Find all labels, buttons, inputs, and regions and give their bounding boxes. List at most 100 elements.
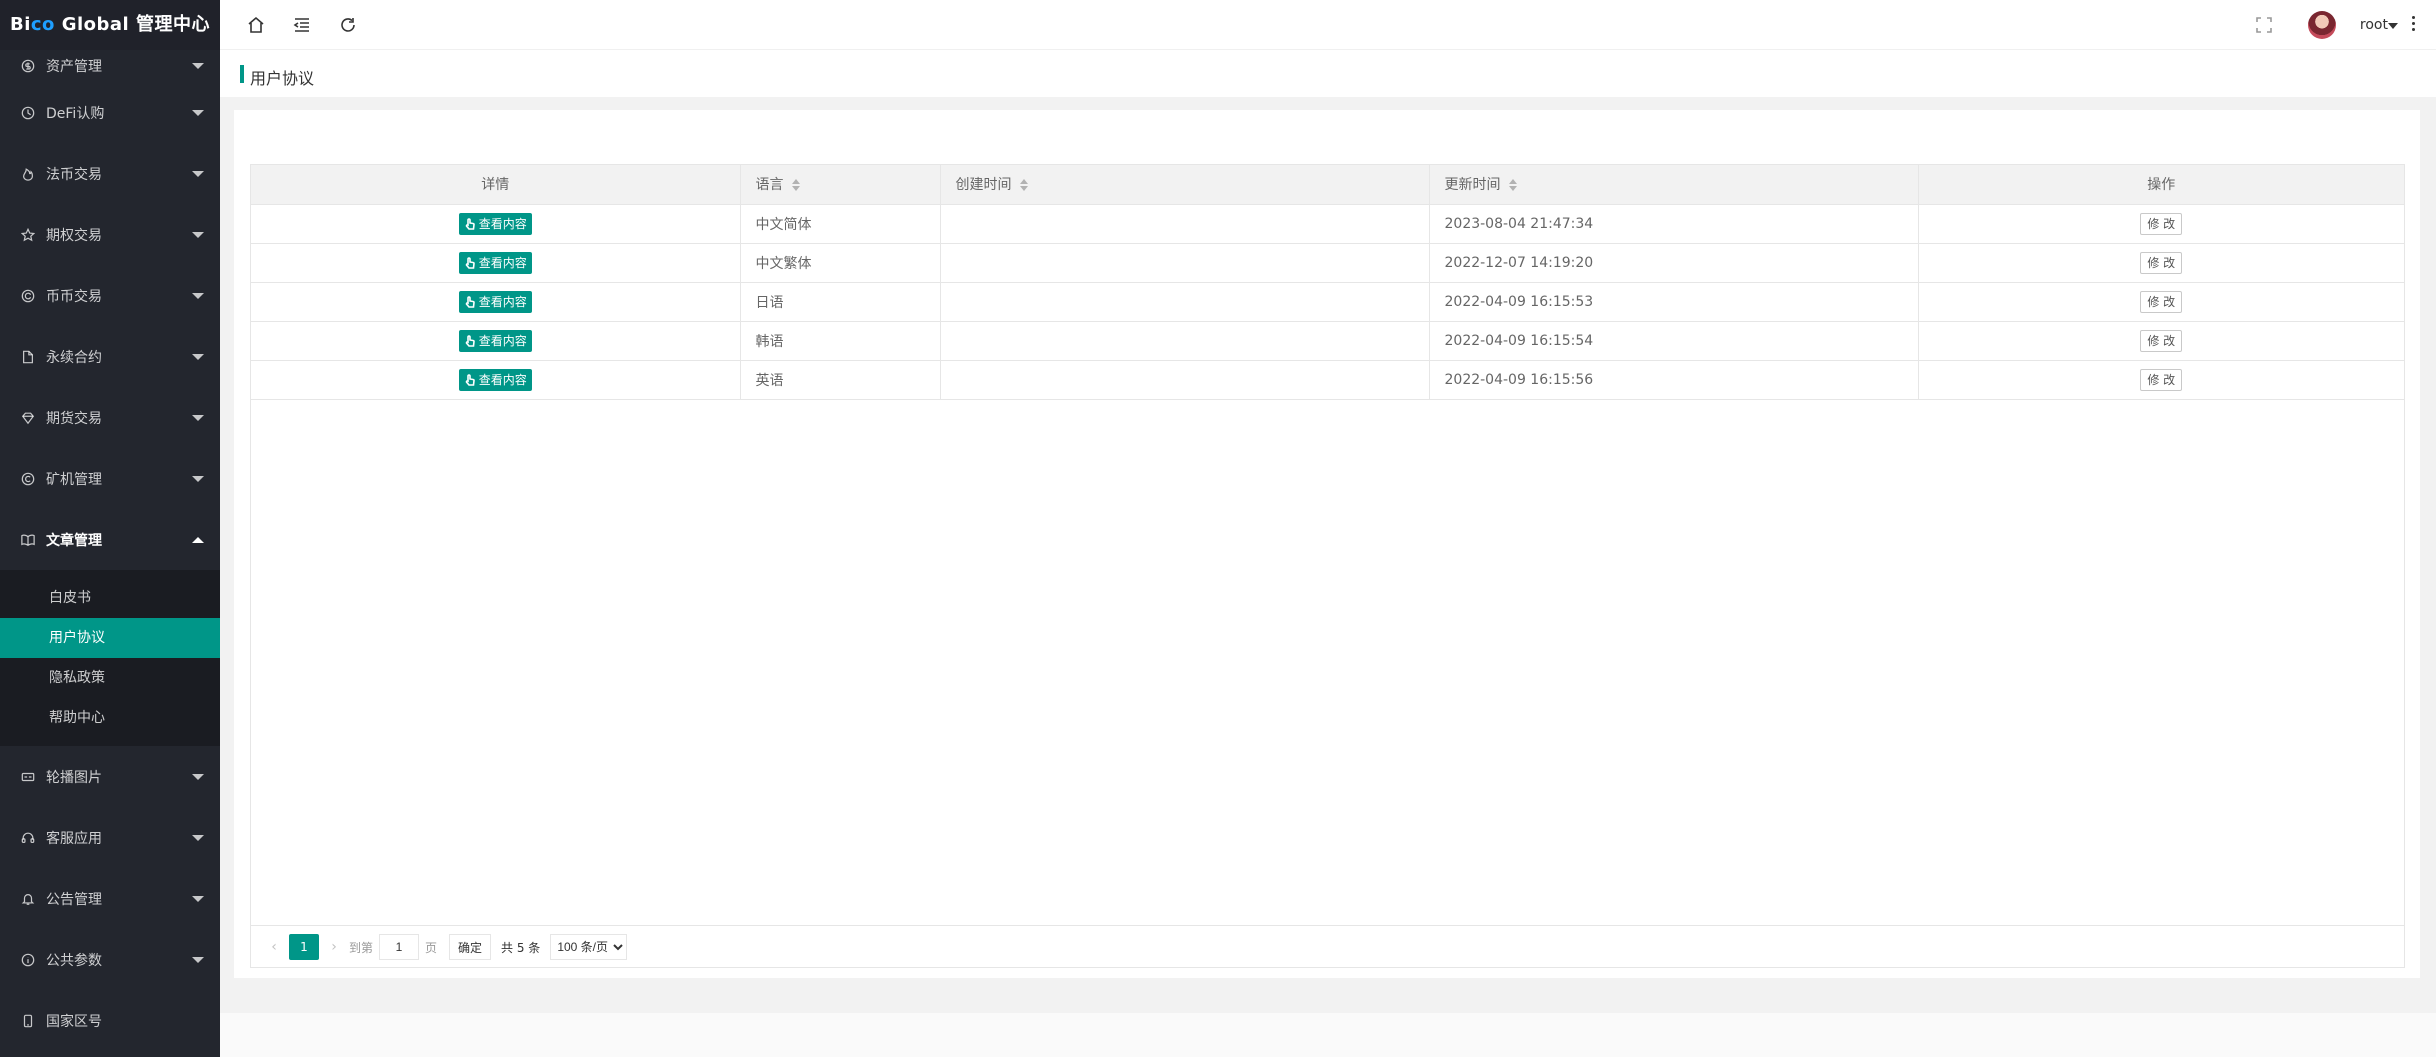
edit-button[interactable]: 修 改 <box>2140 329 2183 352</box>
cell-created <box>940 321 1430 361</box>
view-content-button[interactable]: 查看内容 <box>458 368 532 391</box>
sidebar-item[interactable]: 国家区号 <box>0 990 220 1051</box>
sidebar-item[interactable]: 资产管理 <box>0 50 220 82</box>
goto-page-input[interactable] <box>379 934 420 960</box>
column-header-language[interactable]: 语言 <box>740 165 941 205</box>
sidebar-subitem[interactable]: 隐私政策 <box>0 658 220 698</box>
username[interactable]: root <box>2360 17 2388 33</box>
more-vertical-icon[interactable] <box>2412 16 2416 34</box>
book-icon <box>20 532 36 548</box>
goto-confirm-button[interactable]: 确定 <box>449 934 492 960</box>
cell-language: 日语 <box>740 282 941 322</box>
avatar[interactable] <box>2308 11 2336 39</box>
cell-detail: 查看内容 <box>251 360 741 400</box>
sidebar-item[interactable]: 期货交易 <box>0 387 220 448</box>
bell-icon <box>20 891 36 907</box>
view-content-button[interactable]: 查看内容 <box>458 212 532 235</box>
fullscreen-icon[interactable] <box>2252 13 2276 37</box>
sidebar-item[interactable]: 期权交易 <box>0 204 220 265</box>
sidebar-item-label: 轮播图片 <box>46 769 102 786</box>
refresh-icon[interactable] <box>336 13 360 37</box>
sidebar-item[interactable]: DeFi认购 <box>0 82 220 143</box>
home-icon[interactable] <box>244 13 268 37</box>
clock-icon <box>20 105 36 121</box>
view-content-button[interactable]: 查看内容 <box>458 251 532 274</box>
sidebar-subitem[interactable]: 用户协议 <box>0 618 220 658</box>
cell-updated: 2022-04-09 16:15:56 <box>1429 360 1919 400</box>
edit-button[interactable]: 修 改 <box>2140 212 2183 235</box>
cell-detail: 查看内容 <box>251 204 741 244</box>
view-content-label: 查看内容 <box>478 295 527 309</box>
cell-actions: 修 改 <box>1918 282 2404 322</box>
view-content-label: 查看内容 <box>478 373 527 387</box>
pagination: ‹ 1 › 到第 页 确定 共 5 条 100 条/页 <box>250 925 2405 968</box>
star-icon <box>20 227 36 243</box>
headset-icon <box>20 830 36 846</box>
column-header-updated[interactable]: 更新时间 <box>1429 165 1919 205</box>
edit-button[interactable]: 修 改 <box>2140 251 2183 274</box>
menu-collapse-icon[interactable] <box>290 13 314 37</box>
cell-detail: 查看内容 <box>251 321 741 361</box>
sidebar-item-article-management[interactable]: 文章管理 <box>0 509 220 570</box>
sidebar-item[interactable]: 矿机管理 <box>0 448 220 509</box>
edit-button[interactable]: 修 改 <box>2140 368 2183 391</box>
next-page-icon[interactable]: › <box>325 934 343 960</box>
chevron-down-icon <box>192 895 204 902</box>
sidebar-item[interactable]: 轮播图片 <box>0 746 220 807</box>
sidebar-item-label: 永续合约 <box>46 349 102 366</box>
sidebar-item[interactable]: 法币交易 <box>0 143 220 204</box>
submenu: 白皮书 用户协议 隐私政策 帮助中心 <box>0 570 220 746</box>
view-content-button[interactable]: 查看内容 <box>458 329 532 352</box>
table-row: 查看内容 日语 2022-04-09 16:15:53 修 改 <box>251 282 2404 322</box>
cell-created <box>940 204 1430 244</box>
table-row: 查看内容 中文繁体 2022-12-07 14:19:20 修 改 <box>251 243 2404 283</box>
chevron-down-icon[interactable] <box>2388 23 2398 29</box>
cell-actions: 修 改 <box>1918 360 2404 400</box>
cell-language: 英语 <box>740 360 941 400</box>
sort-icon[interactable] <box>1508 178 1517 192</box>
sidebar-item[interactable]: 永续合约 <box>0 326 220 387</box>
sidebar-item-label: 币币交易 <box>46 288 102 305</box>
chevron-down-icon <box>192 475 204 482</box>
view-content-button[interactable]: 查看内容 <box>458 290 532 313</box>
total-count: 共 5 条 <box>501 940 541 955</box>
dollar-circle-icon <box>20 58 36 74</box>
view-content-label: 查看内容 <box>478 256 527 270</box>
sidebar-item-label: 期货交易 <box>46 410 102 427</box>
chevron-down-icon <box>192 292 204 299</box>
goto-label: 到第 <box>349 940 374 955</box>
column-header-detail: 详情 <box>251 165 741 205</box>
sidebar-item-label: 矿机管理 <box>46 471 102 488</box>
prev-page-icon[interactable]: ‹ <box>265 934 283 960</box>
edit-button[interactable]: 修 改 <box>2140 290 2183 313</box>
chevron-down-icon <box>192 956 204 963</box>
sidebar-item-label: 公共参数 <box>46 952 102 969</box>
app-logo: Bico Global 管理中心 <box>0 0 220 50</box>
diamond-icon <box>20 410 36 426</box>
sidebar-item-label: 文章管理 <box>46 532 102 549</box>
sidebar-subitem[interactable]: 白皮书 <box>0 578 220 618</box>
page-size-select[interactable]: 100 条/页 <box>550 934 628 960</box>
sidebar-item[interactable]: 币币交易 <box>0 265 220 326</box>
sidebar: Bico Global 管理中心 资产管理 DeFi认购法币交易期权交易币币交易永… <box>0 0 220 1057</box>
sort-icon[interactable] <box>791 178 800 192</box>
sidebar-item[interactable]: 公共参数 <box>0 929 220 990</box>
chevron-down-icon <box>192 834 204 841</box>
current-page[interactable]: 1 <box>289 934 319 960</box>
column-header-created[interactable]: 创建时间 <box>940 165 1430 205</box>
chevron-up-icon <box>192 536 204 543</box>
table-row: 查看内容 韩语 2022-04-09 16:15:54 修 改 <box>251 321 2404 361</box>
pointer-icon <box>465 295 475 308</box>
sidebar-item[interactable]: 客服应用 <box>0 807 220 868</box>
cell-updated: 2022-04-09 16:15:53 <box>1429 282 1919 322</box>
info-icon <box>20 952 36 968</box>
sidebar-item-label: 法币交易 <box>46 166 102 183</box>
column-header-label: 创建时间 <box>955 177 1012 194</box>
page-label: 页 <box>425 940 438 955</box>
logo-prefix: Bi <box>10 14 31 35</box>
sidebar-item-label: 公告管理 <box>46 891 102 908</box>
sidebar-item[interactable]: 公告管理 <box>0 868 220 929</box>
sort-icon[interactable] <box>1019 178 1028 192</box>
cell-actions: 修 改 <box>1918 243 2404 283</box>
sidebar-subitem[interactable]: 帮助中心 <box>0 698 220 738</box>
